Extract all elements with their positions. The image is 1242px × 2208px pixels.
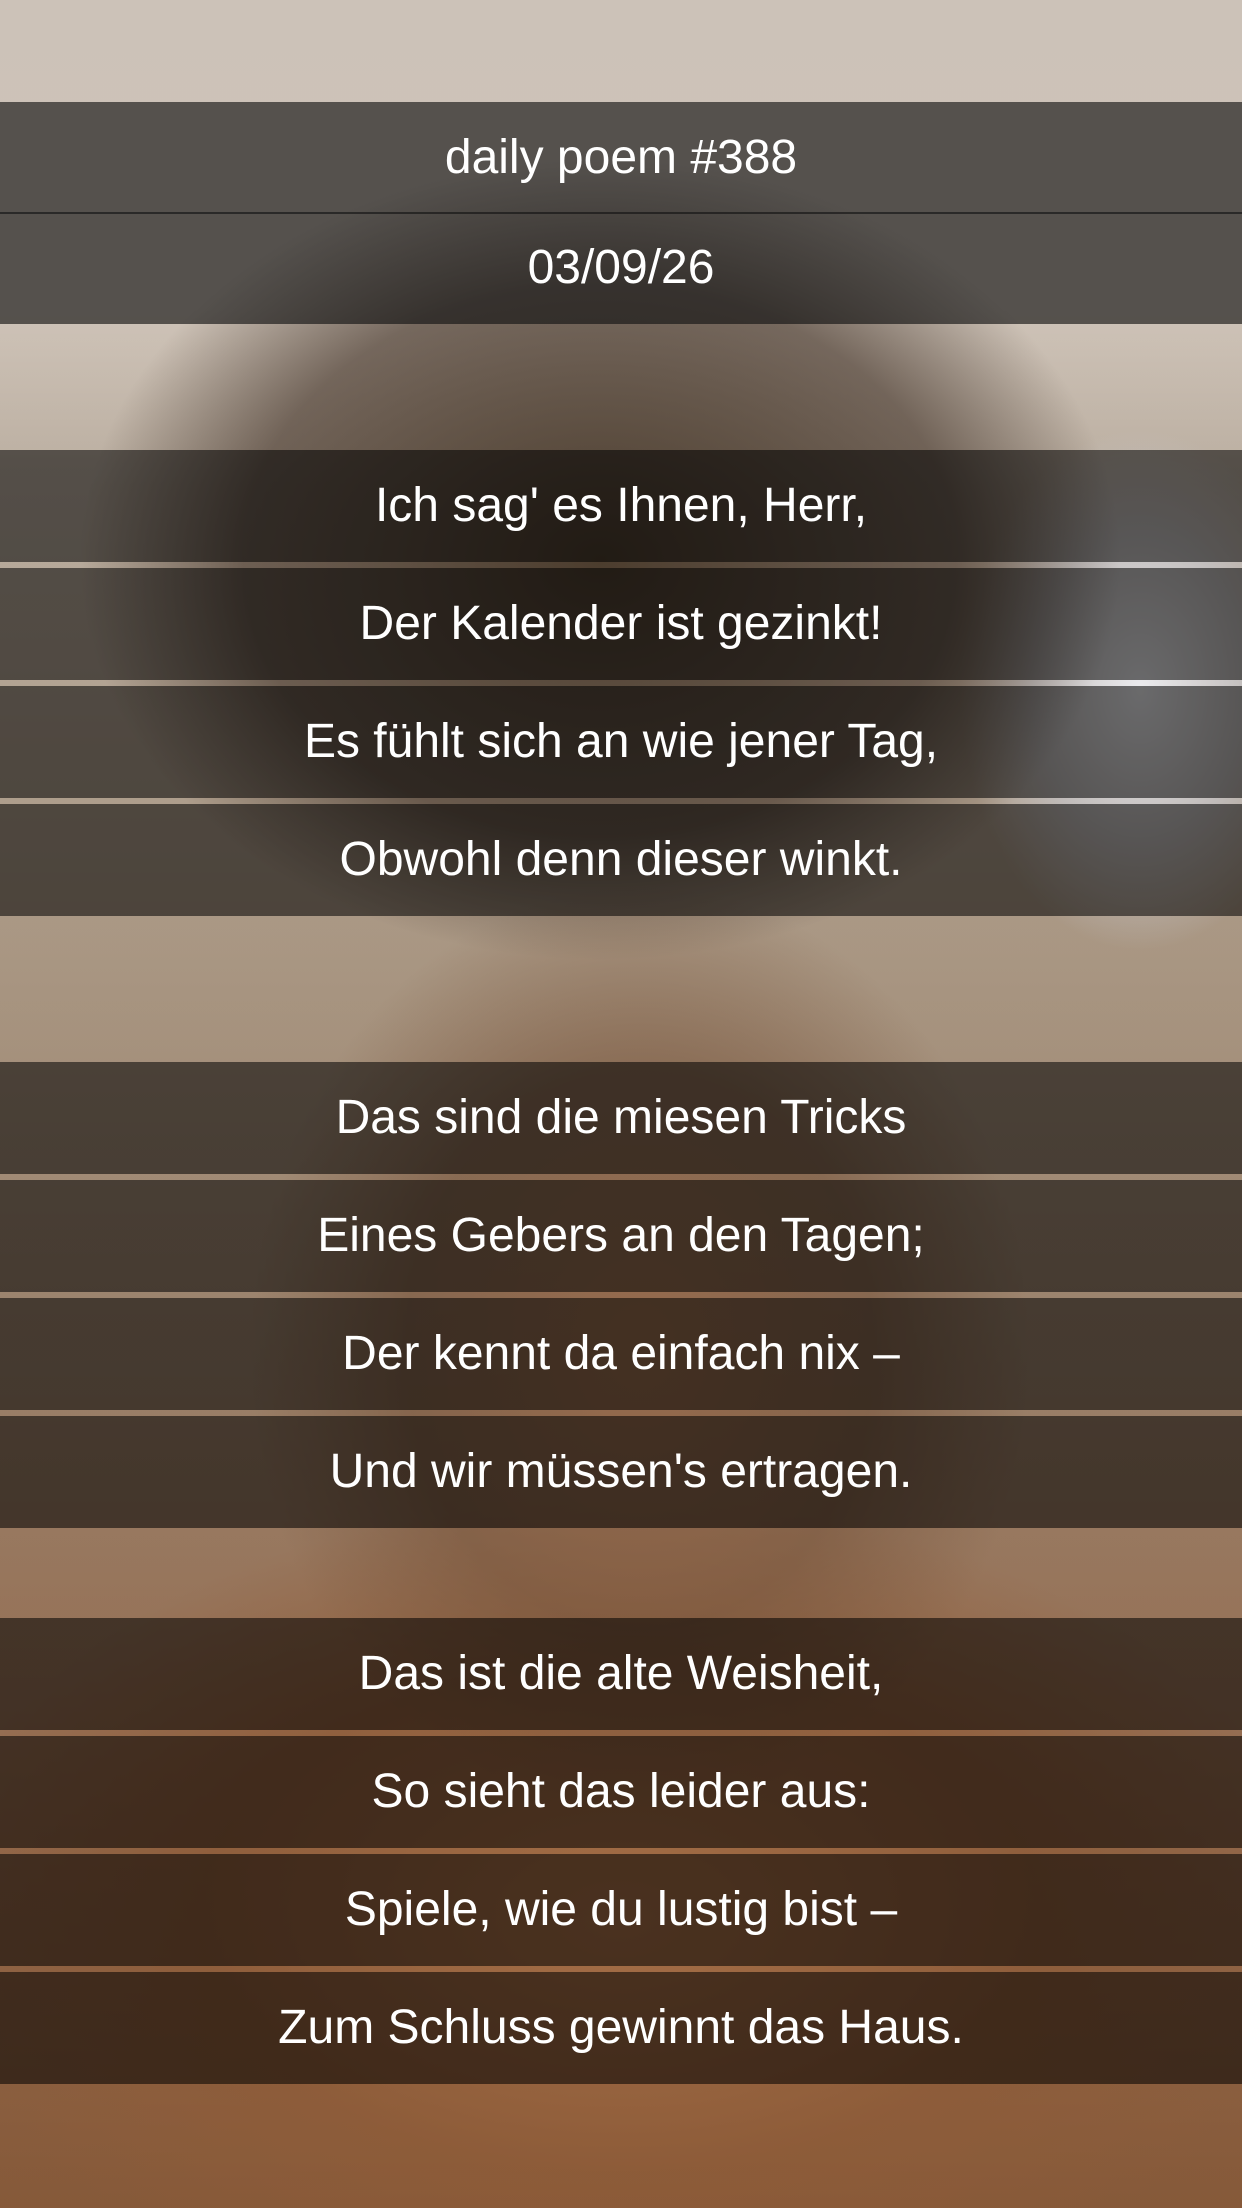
poem-line: Zum Schluss gewinnt das Haus. — [0, 1972, 1242, 2084]
poem-line-text: So sieht das leider aus: — [371, 1765, 871, 1818]
poem-line: Das ist die alte Weisheit, — [0, 1618, 1242, 1730]
poem-line: So sieht das leider aus: — [0, 1736, 1242, 1848]
poem-line-text: Obwohl denn dieser winkt. — [339, 833, 903, 886]
poem-date-band: 03/09/26 — [0, 212, 1242, 324]
poem-title: daily poem #388 — [444, 131, 798, 184]
poem-line: Das sind die miesen Tricks — [0, 1062, 1242, 1174]
poem-line-text: Der Kalender ist gezinkt! — [359, 597, 883, 650]
poem-line-text: Das sind die miesen Tricks — [335, 1091, 907, 1144]
poem-line-text: Der kennt da einfach nix – — [342, 1327, 900, 1380]
poem-line-text: Es fühlt sich an wie jener Tag, — [303, 715, 939, 768]
poem-line-text: Spiele, wie du lustig bist – — [344, 1883, 898, 1936]
poem-line: Es fühlt sich an wie jener Tag, — [0, 686, 1242, 798]
poem-line: Und wir müssen's ertragen. — [0, 1416, 1242, 1528]
poem-line-text: Ich sag' es Ihnen, Herr, — [374, 479, 868, 532]
poem-line: Ich sag' es Ihnen, Herr, — [0, 450, 1242, 562]
poem-line: Obwohl denn dieser winkt. — [0, 804, 1242, 916]
poem-line: Der Kalender ist gezinkt! — [0, 568, 1242, 680]
poem-line: Der kennt da einfach nix – — [0, 1298, 1242, 1410]
poem-line-text: Eines Gebers an den Tagen; — [317, 1209, 925, 1262]
poem-line-text: Das ist die alte Weisheit, — [358, 1647, 884, 1700]
poem-line: Eines Gebers an den Tagen; — [0, 1180, 1242, 1292]
poem-line-text: Und wir müssen's ertragen. — [329, 1445, 913, 1498]
poem-line: Spiele, wie du lustig bist – — [0, 1854, 1242, 1966]
poem-date: 03/09/26 — [527, 241, 715, 294]
poem-line-text: Zum Schluss gewinnt das Haus. — [278, 2001, 964, 2054]
poem-title-band: daily poem #388 — [0, 102, 1242, 214]
